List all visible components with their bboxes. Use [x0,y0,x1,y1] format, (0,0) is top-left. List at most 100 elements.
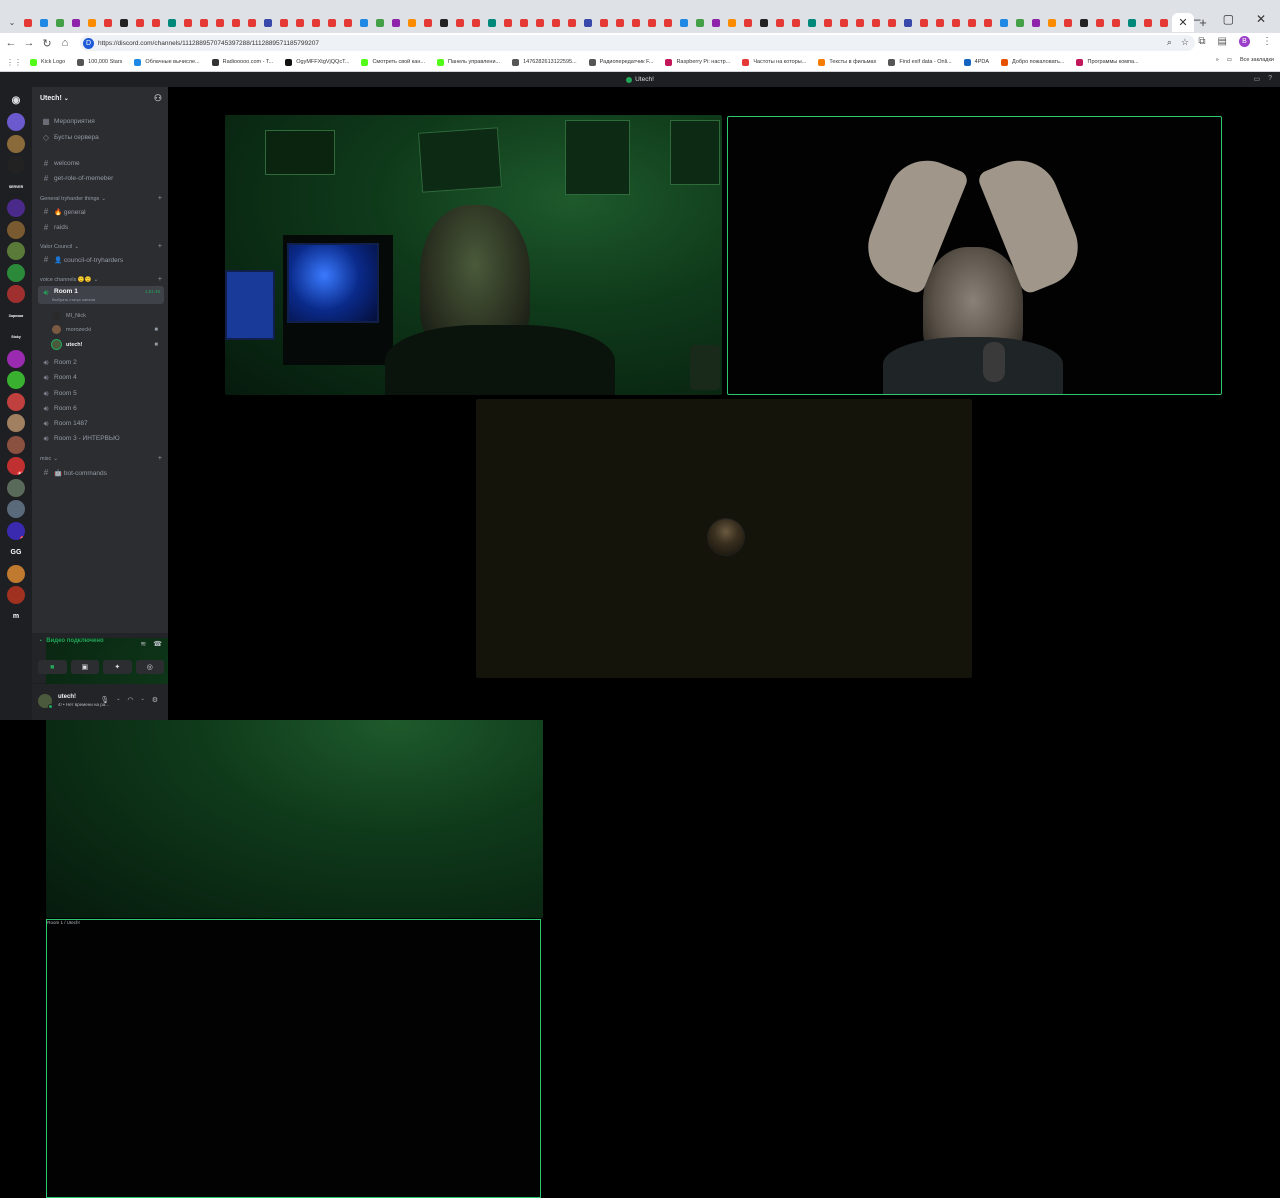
voice-user[interactable]: MI_Nick [52,309,164,322]
server-icon[interactable]: m [7,607,25,626]
server-icon[interactable] [7,113,25,131]
voice-channel-room-1[interactable]: 🔊︎ Room 1 1:51:49 Выбрать статус канала [38,286,164,304]
browser-tab[interactable] [132,15,148,31]
browser-tab[interactable] [404,15,420,31]
browser-tab[interactable] [820,15,836,31]
browser-tab[interactable] [164,15,180,31]
browser-tab[interactable] [1076,15,1092,31]
chevron-down-icon[interactable]: ⌄ [141,696,145,704]
browser-tab[interactable] [548,15,564,31]
category-general[interactable]: General tryharder things ⌄ + [40,195,162,202]
bookmark-item[interactable]: Радиопередатчик F... [588,58,653,66]
help-icon[interactable]: ? [1268,75,1272,83]
browser-tab[interactable] [788,15,804,31]
minimize-icon[interactable]: – [1194,12,1201,26]
bookmark-star-icon[interactable]: ☆ [1181,37,1189,48]
bookmarks-overflow-icon[interactable]: » [1216,57,1219,63]
category-voice[interactable]: voice channels 🙂🙂 ⌄ + [40,276,162,283]
browser-tab[interactable] [356,15,372,31]
browser-tab[interactable] [20,15,36,31]
server-icon[interactable] [7,285,25,303]
browser-tab[interactable] [756,15,772,31]
server-icon[interactable] [7,500,25,518]
browser-tab[interactable] [420,15,436,31]
browser-tab[interactable] [916,15,932,31]
video-tile-user-2-speaking[interactable] [727,116,1222,395]
inbox-icon[interactable]: ▭ [1253,75,1260,83]
voice-channel-room-4[interactable]: 🔊︎ Room 4 [38,371,164,384]
browser-tab[interactable] [612,15,628,31]
server-header[interactable]: Utech! ⌄ ⚇ [32,87,168,109]
add-channel-icon[interactable]: + [158,195,162,202]
browser-tab[interactable] [724,15,740,31]
server-icon[interactable] [7,564,25,583]
browser-tab[interactable] [180,15,196,31]
browser-tab[interactable] [84,15,100,31]
bookmark-item[interactable]: Смотреть свой кан... [361,58,425,66]
address-bar[interactable]: D https://discord.com/channels/111288957… [80,35,1195,51]
browser-tab[interactable] [948,15,964,31]
browser-tab[interactable] [292,15,308,31]
browser-tab[interactable] [436,15,452,31]
bookmark-item[interactable]: 4PDA [963,58,989,66]
server-icon[interactable]: 22 [7,521,25,540]
browser-tab[interactable] [196,15,212,31]
voice-channel-room-1487[interactable]: 🔊︎ Room 1487 [38,417,164,430]
voice-channel-room-5[interactable]: 🔊︎ Room 5 [38,387,164,400]
browser-tab[interactable] [628,15,644,31]
browser-tab[interactable] [532,15,548,31]
browser-tab[interactable] [740,15,756,31]
browser-tab[interactable] [644,15,660,31]
video-tile-user-1[interactable] [225,115,722,395]
browser-tab[interactable] [836,15,852,31]
browser-tab[interactable] [1012,15,1028,31]
voice-channel-room-3[interactable]: 🔊︎ Room 3 - ИНТЕРВЬЮ [38,432,164,445]
browser-tab[interactable] [692,15,708,31]
apps-grid-icon[interactable]: ⋮⋮ [6,58,22,67]
browser-tab[interactable] [372,15,388,31]
sidepanel-icon[interactable]: ▤ [1218,36,1227,47]
chevron-down-icon[interactable]: ⌄ [116,696,120,704]
discord-home-icon[interactable]: ◉ [7,91,25,109]
maximize-icon[interactable]: ▢ [1223,12,1234,26]
microphone-icon[interactable]: 🎙︎ [100,696,109,704]
browser-tab[interactable] [388,15,404,31]
browser-tab[interactable] [308,15,324,31]
browser-tab[interactable] [1060,15,1076,31]
browser-tab[interactable] [68,15,84,31]
browser-tab[interactable] [852,15,868,31]
channel-welcome[interactable]: # welcome [38,157,164,170]
bookmark-item[interactable]: Облачные вычисле... [134,58,200,66]
server-icon[interactable] [7,586,25,604]
voice-user[interactable]: morozecki ■ [52,323,164,336]
server-icon[interactable] [7,371,25,389]
invite-user-icon[interactable]: ⚇ [154,93,162,104]
voice-channel-room-6[interactable]: 🔊︎ Room 6 [38,402,164,415]
bookmark-item[interactable]: Добро пожаловать... [1001,58,1064,66]
home-icon[interactable]: ⌂ [56,37,74,49]
browser-tab[interactable] [244,15,260,31]
browser-tab[interactable] [260,15,276,31]
browser-tab[interactable] [228,15,244,31]
disconnect-icon[interactable]: ☎ [153,640,162,648]
browser-tab[interactable] [884,15,900,31]
screen-share-button[interactable]: ▣ [70,660,99,674]
browser-tab[interactable] [708,15,724,31]
server-icon[interactable]: 6 [7,392,25,411]
server-icon[interactable]: SERVER [7,177,25,196]
forward-icon[interactable]: → [20,37,38,49]
browser-tab[interactable] [900,15,916,31]
browser-tab[interactable] [36,15,52,31]
noise-suppression-icon[interactable]: ≋ [140,640,146,648]
voice-channel-room-2[interactable]: 🔊︎ Room 2 [38,356,164,369]
browser-tab[interactable] [1156,15,1172,31]
server-icon[interactable]: GG [7,543,25,561]
server-boosts-item[interactable]: ◇ Бусты сервера [38,131,164,144]
add-channel-icon[interactable]: + [158,276,162,283]
all-bookmarks[interactable]: » ▭ Все закладки [1216,57,1274,63]
browser-tab[interactable] [868,15,884,31]
server-icon[interactable] [7,220,25,239]
video-tile-user-3-camera-off[interactable] [476,399,972,678]
browser-tab[interactable] [52,15,68,31]
add-channel-icon[interactable]: + [158,243,162,250]
